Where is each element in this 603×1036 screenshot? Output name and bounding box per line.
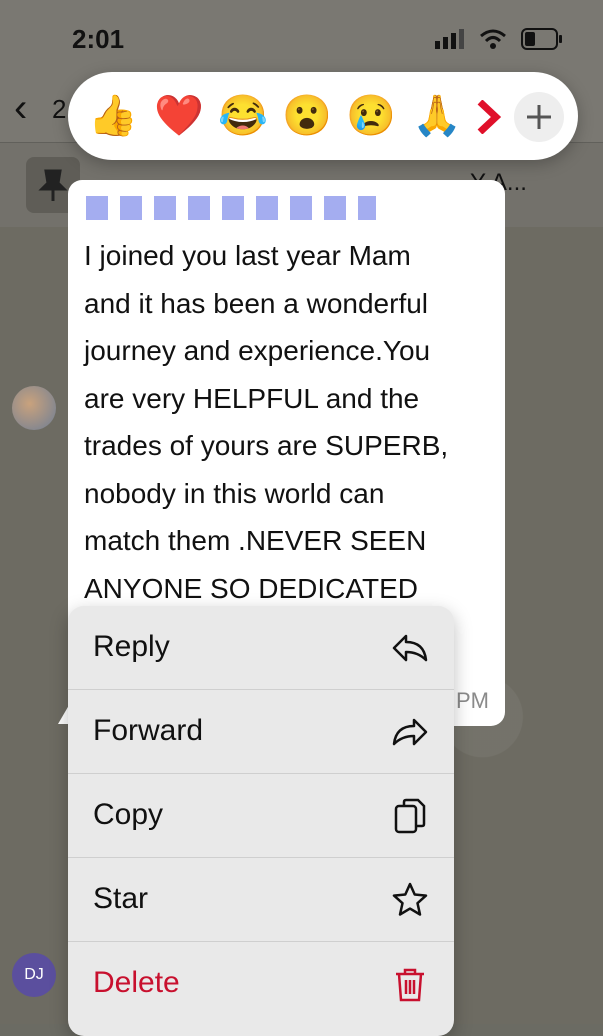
surprised-icon[interactable]: 😮 bbox=[282, 92, 332, 140]
add-reaction-button[interactable] bbox=[514, 92, 564, 142]
plus-icon bbox=[527, 105, 551, 129]
message-line: match them .NEVER SEEN bbox=[84, 525, 427, 556]
laughing-icon[interactable]: 😂 bbox=[218, 92, 268, 140]
back-chevron-icon[interactable]: ‹ bbox=[14, 86, 27, 131]
message-line: and it has been a wonderful bbox=[84, 287, 429, 319]
battery-icon bbox=[521, 28, 562, 50]
thumbs-up-icon[interactable]: 👍 bbox=[88, 92, 138, 140]
sender-name-redacted bbox=[86, 196, 376, 220]
more-reactions-arrow-icon[interactable] bbox=[476, 100, 502, 134]
menu-item-label: Copy bbox=[93, 798, 164, 831]
message-line: journey and experience.You bbox=[84, 335, 431, 366]
menu-item-label: Reply bbox=[93, 630, 170, 663]
message-line: I joined you last year Mam bbox=[84, 240, 411, 271]
praying-hands-icon[interactable]: 🙏 bbox=[412, 92, 462, 140]
sender-avatar[interactable] bbox=[12, 386, 56, 430]
menu-item-label: Star bbox=[93, 882, 149, 915]
message-time: PM bbox=[456, 688, 489, 713]
context-menu: Reply Forward Copy Star Delete bbox=[68, 606, 454, 1036]
copy-icon bbox=[394, 798, 426, 834]
avatar-dj[interactable]: DJ bbox=[12, 953, 56, 997]
status-time: 2:01 bbox=[72, 24, 125, 54]
message-text: I joined you last year Mam and it has be… bbox=[84, 232, 494, 612]
message-line: are very HELPFUL and the bbox=[84, 382, 420, 414]
message-line: trades of yours are SUPERB, bbox=[84, 430, 449, 461]
message-line: ANYONE SO DEDICATED bbox=[84, 572, 418, 604]
reply-icon bbox=[392, 634, 428, 662]
forward-icon bbox=[392, 718, 428, 746]
menu-item-copy[interactable]: Copy bbox=[68, 774, 454, 858]
menu-item-reply[interactable]: Reply bbox=[68, 606, 454, 690]
signal-icon bbox=[435, 29, 464, 49]
menu-item-star[interactable]: Star bbox=[68, 858, 454, 942]
wifi-icon bbox=[480, 29, 506, 49]
back-count[interactable]: 2 bbox=[52, 94, 66, 125]
status-bar: 2:01 bbox=[0, 0, 603, 80]
star-icon bbox=[392, 882, 428, 916]
menu-item-delete[interactable]: Delete bbox=[68, 942, 454, 1025]
menu-item-label: Forward bbox=[93, 714, 204, 747]
status-icons bbox=[435, 28, 563, 50]
message-line: nobody in this world can bbox=[84, 477, 385, 509]
crying-icon[interactable]: 😢 bbox=[346, 92, 396, 140]
trash-icon bbox=[396, 968, 424, 1002]
menu-item-label: Delete bbox=[93, 966, 180, 999]
heart-icon[interactable]: ❤️ bbox=[154, 92, 204, 140]
reaction-bar: 👍 ❤️ 😂 😮 😢 🙏 bbox=[68, 72, 578, 160]
menu-item-forward[interactable]: Forward bbox=[68, 690, 454, 774]
